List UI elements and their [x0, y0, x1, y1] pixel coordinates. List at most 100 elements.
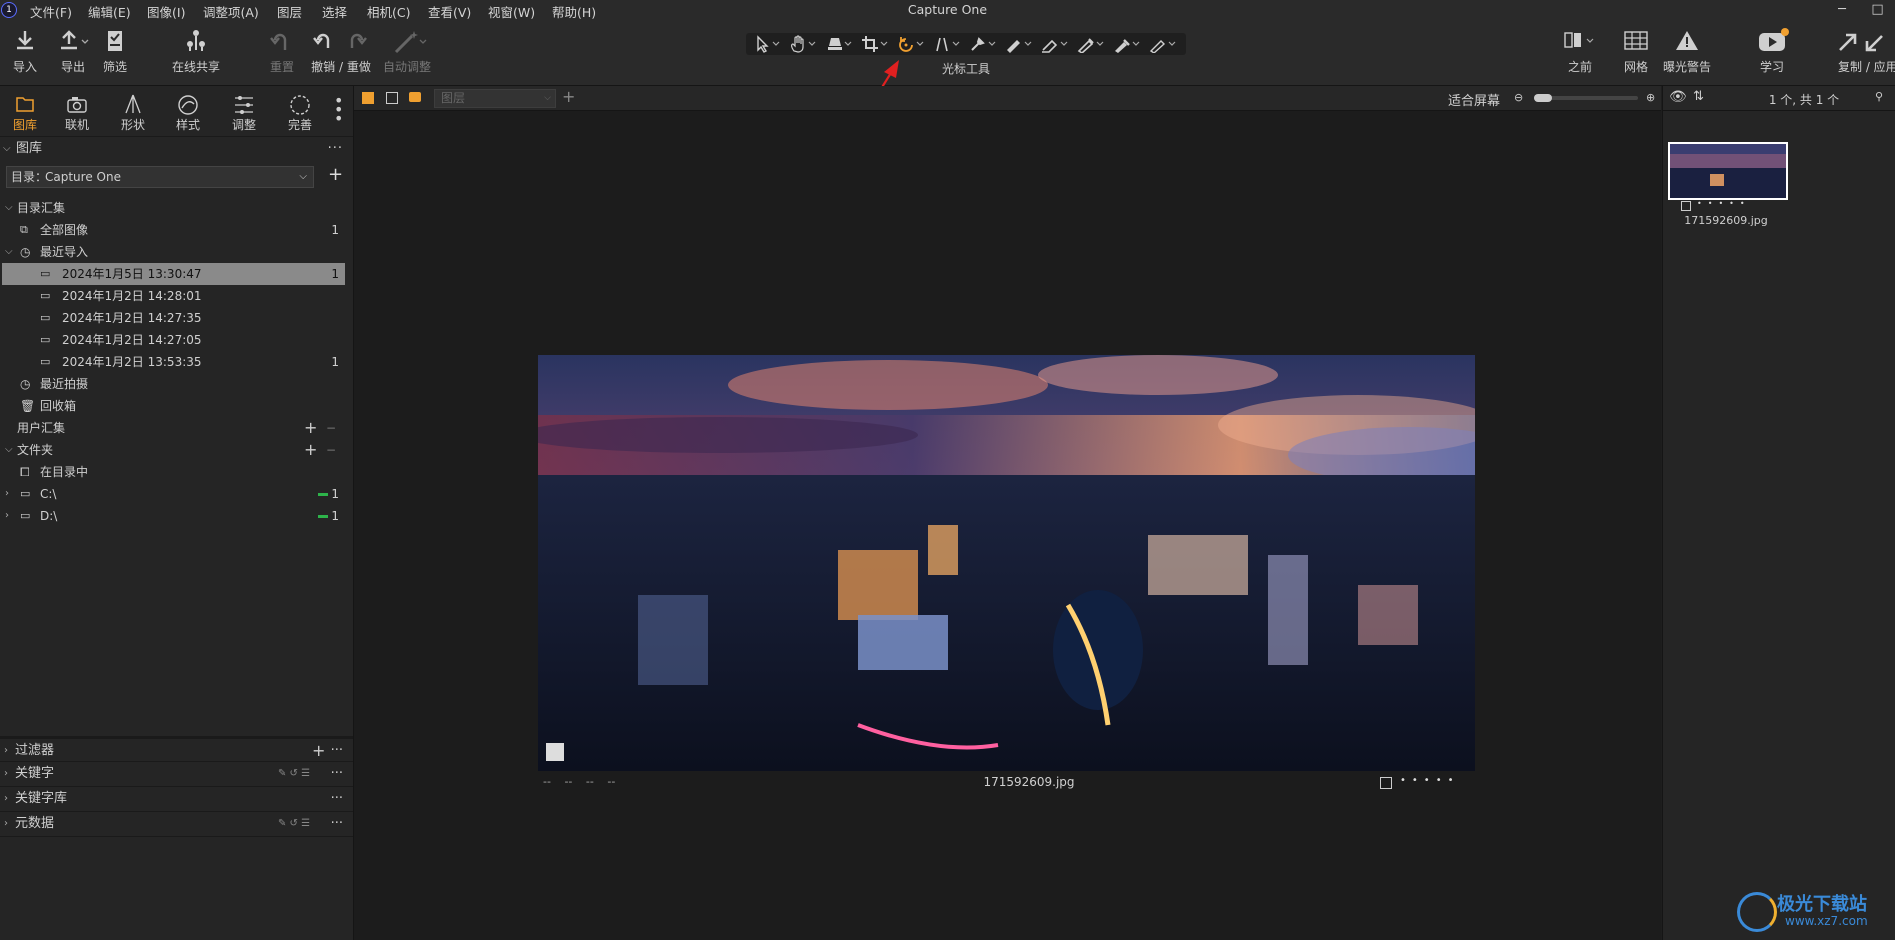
tab-styles[interactable]: 样式	[163, 92, 213, 133]
tab-lens[interactable]: 形状	[108, 92, 158, 133]
all-images-count: 1	[331, 223, 339, 237]
more-tabs-icon[interactable]: • • •	[334, 93, 343, 127]
drive-item[interactable]: › ▭ D:\ 1	[0, 505, 345, 527]
remove-collection-button[interactable]: −	[326, 417, 336, 439]
learn-button[interactable]: 学习	[1752, 26, 1792, 75]
add-catalog-button[interactable]: +	[328, 164, 343, 185]
reset-label: 重置	[269, 60, 294, 74]
catalog-collection-header[interactable]: ⌵ 目录汇集	[0, 197, 345, 219]
eye-icon[interactable]: 👁	[1669, 89, 1687, 105]
section-menu-icon[interactable]: ···	[331, 739, 343, 763]
keyword-library-section-header[interactable]: › 关键字库 ···	[0, 786, 353, 811]
images-stack-icon: ⧉	[20, 223, 28, 236]
add-folder-button[interactable]: +	[304, 439, 317, 461]
import-item-label: 2024年1月5日 13:30:47	[62, 267, 202, 281]
tab-adjust[interactable]: 调整	[219, 92, 269, 133]
search-icon[interactable]: ⚲	[1875, 90, 1883, 103]
image-viewer: -- -- -- -- 171592609.jpg •••••	[354, 111, 1661, 940]
grid-button[interactable]: 网格	[1618, 26, 1654, 75]
drive-count: 1	[331, 487, 339, 501]
filter-button[interactable]: 筛选	[100, 26, 130, 75]
before-label: 之前	[1567, 60, 1592, 74]
library-section-header[interactable]: ⌵ 图库 ···	[0, 136, 353, 161]
star-rating[interactable]: •••••	[1400, 775, 1460, 786]
zoom-slider-handle[interactable]	[1534, 94, 1552, 102]
color-picker-icon[interactable]	[1110, 35, 1146, 53]
erase-mask-icon[interactable]	[1038, 35, 1074, 53]
section-menu-icon[interactable]: ···	[328, 137, 343, 161]
minimize-button[interactable]: ─	[1825, 0, 1859, 20]
drive-count: 1	[331, 509, 339, 523]
image-album-icon: ▭	[40, 311, 51, 324]
filters-section-header[interactable]: › 过滤器 + ···	[0, 736, 353, 763]
recent-imports-item[interactable]: ⌵ ◷ 最近导入	[0, 241, 345, 263]
section-menu-icon[interactable]: ···	[331, 812, 343, 836]
maximize-button[interactable]: □	[1860, 0, 1895, 20]
compare-view-icon[interactable]	[409, 92, 421, 102]
undo-redo-button[interactable]: 撤销 / 重做	[308, 26, 374, 75]
select-cursor-icon[interactable]	[750, 35, 786, 53]
spot-removal-icon[interactable]	[966, 35, 1002, 53]
keyword-library-label: 关键字库	[15, 791, 68, 806]
add-filter-button[interactable]: +	[312, 739, 325, 763]
keystone-icon[interactable]	[930, 35, 966, 53]
import-item[interactable]: ▭ 2024年1月2日 13:53:35 1	[0, 351, 345, 373]
left-tool-panel: 图库 联机 形状 样式 调整 完善 • • • ⌵ 图库 ··· 目录： Captu…	[0, 86, 354, 940]
import-item[interactable]: ▭ 2024年1月2日 14:27:35	[0, 307, 345, 329]
drive-item[interactable]: › ▭ C:\ 1	[0, 483, 345, 505]
tab-library[interactable]: 图库	[0, 92, 50, 133]
layer-select[interactable]: 图层 ⌵	[434, 89, 556, 108]
share-button[interactable]: 在线共享	[168, 26, 224, 75]
catalog-label: 目录：	[11, 170, 48, 184]
remove-folder-button[interactable]: −	[326, 439, 336, 461]
user-collections-header[interactable]: 用户汇集 + −	[0, 417, 345, 439]
recent-captures-item[interactable]: ◷ 最近拍摄	[0, 373, 345, 395]
tab-capture[interactable]: 联机	[52, 92, 102, 133]
warning-icon	[1676, 31, 1698, 50]
all-images-item[interactable]: ⧉ 全部图像 1	[0, 219, 345, 241]
pin-icon[interactable]: ✎ ↺ ☰	[278, 812, 310, 836]
viewer-toolbar: 图层 ⌵ + 适合屏幕 ⊖ ⊕	[354, 86, 1661, 111]
reset-button[interactable]: 重置	[265, 26, 299, 75]
keywords-section-header[interactable]: › 关键字 ✎ ↺ ☰ ···	[0, 761, 353, 786]
rating-checkbox[interactable]	[1380, 777, 1392, 789]
trash-item[interactable]: 🗑 回收箱	[0, 395, 345, 417]
export-button[interactable]: 导出	[55, 26, 91, 75]
sort-icon[interactable]: ⇅	[1693, 89, 1704, 104]
fit-screen-label[interactable]: 适合屏幕	[1448, 90, 1500, 109]
cursor-tools-label: 光标工具	[941, 62, 990, 76]
thumbnail[interactable]	[1668, 142, 1788, 200]
grid-view-icon[interactable]	[362, 92, 374, 104]
exposure-warning-button[interactable]: 曝光警告	[1660, 26, 1714, 75]
import-item[interactable]: ▭ 2024年1月2日 14:28:01	[0, 285, 345, 307]
thumb-rating-checkbox[interactable]	[1681, 201, 1691, 211]
in-catalog-item[interactable]: ⧠ 在目录中	[0, 461, 345, 483]
book-icon: ⧠	[20, 465, 30, 479]
thumb-star-rating[interactable]: •••••	[1697, 199, 1751, 208]
chevron-down-icon: ⌵	[5, 246, 13, 257]
zoom-slider[interactable]	[1534, 94, 1638, 102]
import-item[interactable]: ▭ 2024年1月2日 14:27:05	[0, 329, 345, 351]
copy-apply-button[interactable]: 复制 / 应用	[1828, 26, 1895, 75]
metadata-section-header[interactable]: › 元数据 ✎ ↺ ☰ ···	[0, 811, 353, 837]
tab-refine[interactable]: 完善	[275, 92, 325, 133]
import-icon	[17, 31, 33, 50]
annotate-icon[interactable]	[1146, 35, 1182, 53]
draw-mask-icon[interactable]	[1002, 35, 1038, 53]
gradient-mask-icon[interactable]	[1074, 35, 1110, 53]
catalog-select[interactable]: 目录： Capture One ⌵	[6, 166, 314, 188]
auto-adjust-button[interactable]: 自动调整	[380, 26, 434, 75]
pin-icon[interactable]: ✎ ↺ ☰	[278, 762, 310, 786]
add-layer-button[interactable]: +	[562, 87, 575, 106]
folders-header[interactable]: ⌵ 文件夹 + −	[0, 439, 345, 461]
section-menu-icon[interactable]: ···	[331, 762, 343, 786]
main-photo[interactable]	[538, 355, 1475, 771]
import-button[interactable]: 导入	[10, 26, 40, 75]
before-button[interactable]: 之前	[1555, 26, 1605, 75]
section-menu-icon[interactable]: ···	[331, 787, 343, 811]
import-item[interactable]: ▭ 2024年1月5日 13:30:47 1	[2, 263, 345, 285]
zoom-in-icon[interactable]: ⊕	[1646, 91, 1655, 104]
single-view-icon[interactable]	[386, 92, 398, 104]
zoom-out-icon[interactable]: ⊖	[1514, 91, 1523, 104]
add-collection-button[interactable]: +	[304, 417, 317, 439]
